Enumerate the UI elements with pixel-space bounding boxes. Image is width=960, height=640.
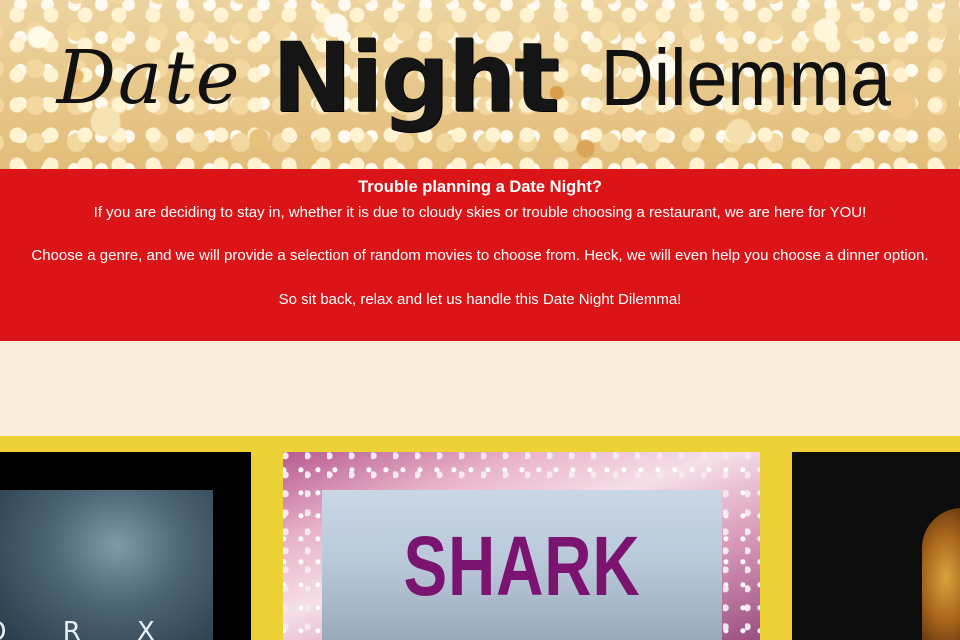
intro-line-3: So sit back, relax and let us handle thi… [278,291,682,308]
title-date: Date [56,34,242,121]
title-dilemma: Dilemma [600,32,891,122]
movie-card-2[interactable]: SHARK [283,452,760,640]
movie-poster-1: O R X [0,490,213,640]
intro-section: Trouble planning a Date Night? If you ar… [0,169,960,341]
movie-card-1[interactable]: O R X [0,452,251,640]
hero-banner: Date Night Dilemma [0,0,960,169]
movie-poster-1-title: O R X [0,617,179,640]
genre-selection-area [0,341,960,436]
intro-line-1: If you are deciding to stay in, whether … [93,204,867,221]
intro-heading: Trouble planning a Date Night? [358,178,602,196]
movie-strip: O R X SHARK [0,436,960,640]
movie-poster-2-title: SHARK [403,519,641,613]
title-night: Night [271,21,560,134]
movie-poster-2: SHARK [322,490,722,640]
movie-card-3[interactable] [792,452,960,640]
intro-line-2: Choose a genre, and we will provide a se… [31,247,929,264]
site-title: Date Night Dilemma [0,0,960,169]
movie-poster-3 [922,508,960,640]
